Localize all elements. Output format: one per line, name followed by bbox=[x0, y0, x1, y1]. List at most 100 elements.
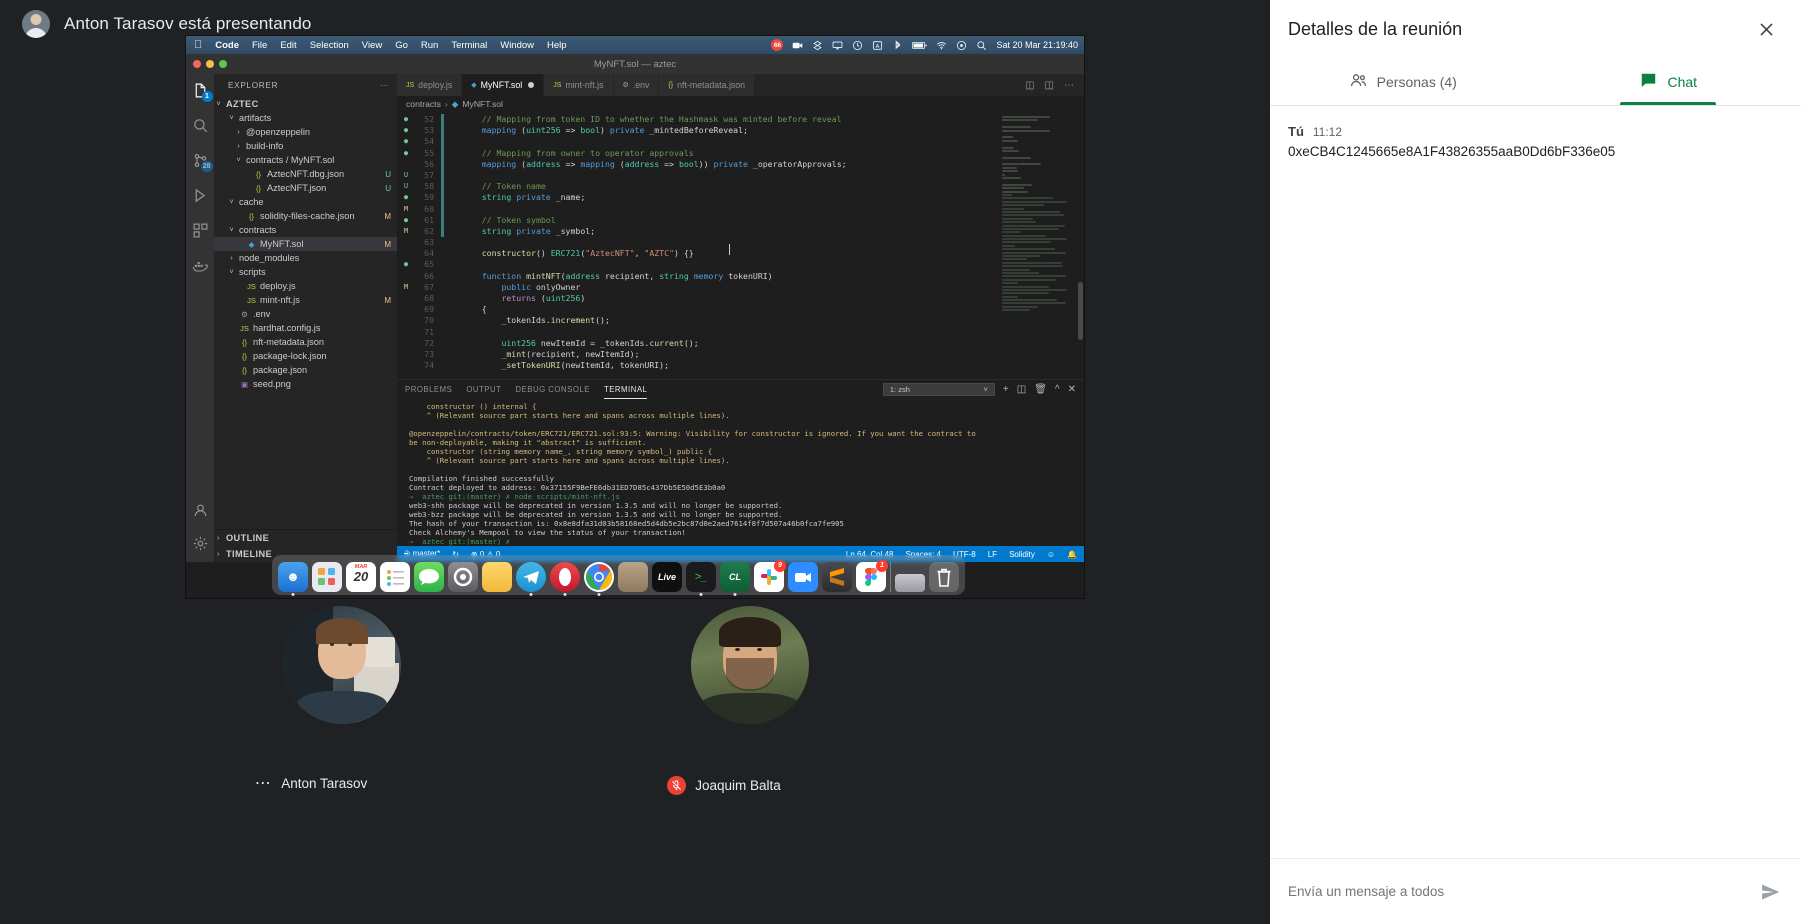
tree-row[interactable]: {} AztecNFT.dbg.json U bbox=[214, 167, 397, 181]
code-line[interactable]: ● 59 string private _name; bbox=[397, 192, 1084, 204]
menu-go[interactable]: Go bbox=[395, 40, 408, 51]
code-line[interactable]: M 60 bbox=[397, 203, 1084, 215]
tree-row[interactable]: ▣ seed.png bbox=[214, 377, 397, 391]
dock-finder-icon[interactable]: ☻ bbox=[278, 562, 308, 596]
tree-row[interactable]: ˅ scripts bbox=[214, 265, 397, 279]
dropbox-icon[interactable] bbox=[812, 40, 823, 51]
section-outline[interactable]: › OUTLINE bbox=[214, 530, 397, 546]
code-editor[interactable]: ● 52 // Mapping from token ID to whether … bbox=[397, 112, 1084, 379]
chevron-down-icon[interactable]: ˅ bbox=[227, 269, 236, 276]
apple-icon[interactable]:  bbox=[194, 39, 202, 51]
more-options-icon[interactable]: ⋯ bbox=[255, 775, 273, 791]
explorer-icon[interactable]: 1 bbox=[192, 82, 213, 102]
explorer-tree[interactable]: ˅ AZTEC ˅ artifacts › @openzeppelin › build-i… bbox=[214, 96, 397, 529]
editor-scrollbar[interactable] bbox=[1078, 282, 1083, 340]
tree-row[interactable]: {} package-lock.json bbox=[214, 349, 397, 363]
terminal-selector[interactable]: 1: zsh ˅ bbox=[882, 382, 995, 396]
tree-row[interactable]: ˅ cache bbox=[214, 195, 397, 209]
tree-row[interactable]: {} solidity-files-cache.json M bbox=[214, 209, 397, 223]
dock-figma-icon[interactable]: 1 bbox=[856, 560, 888, 592]
bluetooth-icon[interactable] bbox=[892, 40, 903, 51]
code-line[interactable]: ● 52 // Mapping from token ID to whether … bbox=[397, 114, 1084, 126]
dock-live-icon[interactable]: Live bbox=[652, 562, 682, 592]
tree-row[interactable]: {} package.json bbox=[214, 363, 397, 377]
dock-files-icon[interactable] bbox=[618, 562, 648, 592]
close-icon[interactable] bbox=[1749, 12, 1783, 46]
code-line[interactable]: 56 mapping (address => mapping (address … bbox=[397, 158, 1084, 170]
code-line[interactable]: 71 bbox=[397, 327, 1084, 338]
dock-launchpad-icon[interactable] bbox=[312, 562, 342, 592]
breadcrumb-file[interactable]: MyNFT.sol bbox=[462, 99, 503, 109]
dock-sublime-icon[interactable] bbox=[822, 562, 852, 592]
minimize-window-button[interactable] bbox=[206, 60, 214, 68]
dock-clion-icon[interactable]: CL bbox=[720, 562, 750, 596]
split-editor-icon[interactable]: ◫ bbox=[1025, 80, 1034, 91]
tab-debug-console[interactable]: DEBUG CONSOLE bbox=[515, 385, 590, 394]
tree-row[interactable]: › @openzeppelin bbox=[214, 125, 397, 139]
tab-terminal[interactable]: TERMINAL bbox=[603, 385, 648, 399]
control-center-icon[interactable] bbox=[956, 40, 967, 51]
unsaved-indicator-icon[interactable] bbox=[528, 82, 535, 88]
maximize-panel-icon[interactable]: ^ bbox=[1055, 384, 1060, 395]
tree-row-root[interactable]: ˅ AZTEC bbox=[214, 97, 397, 111]
tab-chat[interactable]: Chat bbox=[1536, 58, 1801, 105]
dock-reminders-icon[interactable] bbox=[380, 562, 410, 592]
chevron-down-icon[interactable]: ˅ bbox=[214, 101, 223, 108]
tab-output[interactable]: OUTPUT bbox=[466, 385, 501, 394]
split-terminal-icon[interactable]: ◫ bbox=[1017, 384, 1026, 395]
shared-screen[interactable]:  Code File Edit Selection View Go Run T… bbox=[186, 36, 1084, 598]
tree-row[interactable]: {} nft-metadata.json bbox=[214, 335, 397, 349]
code-line[interactable]: 69 { bbox=[397, 304, 1084, 315]
dock-trash-icon[interactable] bbox=[929, 562, 959, 592]
chevron-down-icon[interactable]: ˅ bbox=[227, 227, 236, 234]
editor-tab[interactable]: {} nft-metadata.json bbox=[659, 74, 756, 96]
code-line[interactable]: 66 function mintNFT(address recipient, s… bbox=[397, 271, 1084, 282]
menu-file[interactable]: File bbox=[252, 40, 267, 51]
code-line[interactable]: ● 61 // Token symbol bbox=[397, 214, 1084, 226]
display-icon[interactable] bbox=[832, 40, 843, 51]
menu-run[interactable]: Run bbox=[421, 40, 438, 51]
macos-dock[interactable]: ☻ MAR 20 Live >_ CL 9 1 bbox=[272, 555, 965, 596]
tab-personas[interactable]: Personas (4) bbox=[1270, 58, 1536, 105]
editor-tab[interactable]: JS deploy.js bbox=[397, 74, 463, 96]
wifi-icon[interactable] bbox=[936, 40, 947, 51]
code-line[interactable]: ● 54 bbox=[397, 136, 1084, 148]
code-line[interactable]: M 62 string private _symbol; bbox=[397, 225, 1084, 238]
chevron-down-icon[interactable]: ˅ bbox=[227, 199, 236, 206]
chevron-right-icon[interactable]: › bbox=[234, 129, 243, 136]
docker-icon[interactable] bbox=[192, 257, 209, 274]
code-line[interactable]: 73 _mint(recipient, newItemId); bbox=[397, 349, 1084, 360]
tree-row[interactable]: JS mint-nft.js M bbox=[214, 293, 397, 307]
menu-view[interactable]: View bbox=[362, 40, 382, 51]
dock-telegram-icon[interactable] bbox=[516, 562, 546, 596]
dock-notes-icon[interactable] bbox=[482, 562, 512, 592]
menu-help[interactable]: Help bbox=[547, 40, 567, 51]
code-line[interactable]: 70 _tokenIds.increment(); bbox=[397, 315, 1084, 326]
code-line[interactable]: ● 53 mapping (uint256 => bool) private _m… bbox=[397, 125, 1084, 137]
tree-row[interactable]: › node_modules bbox=[214, 251, 397, 265]
code-line[interactable]: 72 uint256 newItemId = _tokenIds.current… bbox=[397, 338, 1084, 349]
dock-settings-icon[interactable] bbox=[448, 562, 478, 592]
layout-icon[interactable]: ◫ bbox=[1045, 80, 1054, 91]
kill-terminal-icon[interactable]: 🗑 bbox=[1034, 384, 1047, 395]
code-line[interactable]: 68 returns (uint256) bbox=[397, 293, 1084, 304]
tab-problems[interactable]: PROBLEMS bbox=[405, 385, 452, 394]
editor-tab[interactable]: ◆ MyNFT.sol bbox=[462, 74, 545, 96]
window-traffic-lights[interactable] bbox=[193, 60, 227, 68]
feedback-icon[interactable]: ☺ bbox=[1047, 550, 1055, 559]
chevron-right-icon[interactable]: › bbox=[227, 255, 236, 262]
tree-row[interactable]: ◆ MyNFT.sol M bbox=[214, 237, 397, 251]
menu-edit[interactable]: Edit bbox=[280, 40, 296, 51]
maximize-window-button[interactable] bbox=[219, 60, 227, 68]
close-window-button[interactable] bbox=[193, 60, 201, 68]
video-icon[interactable] bbox=[792, 40, 803, 51]
tree-row[interactable]: ˅ contracts / MyNFT.sol bbox=[214, 153, 397, 167]
battery-icon[interactable] bbox=[912, 40, 928, 51]
tree-row[interactable]: JS hardhat.config.js bbox=[214, 321, 397, 335]
tree-row[interactable]: ˅ artifacts bbox=[214, 111, 397, 125]
dock-terminal-icon[interactable]: >_ bbox=[686, 562, 716, 596]
search-icon[interactable] bbox=[192, 117, 209, 134]
dock-downloads-icon[interactable] bbox=[895, 574, 925, 592]
code-line[interactable]: ● 65 bbox=[397, 259, 1084, 270]
dock-chrome-icon[interactable] bbox=[584, 562, 614, 596]
